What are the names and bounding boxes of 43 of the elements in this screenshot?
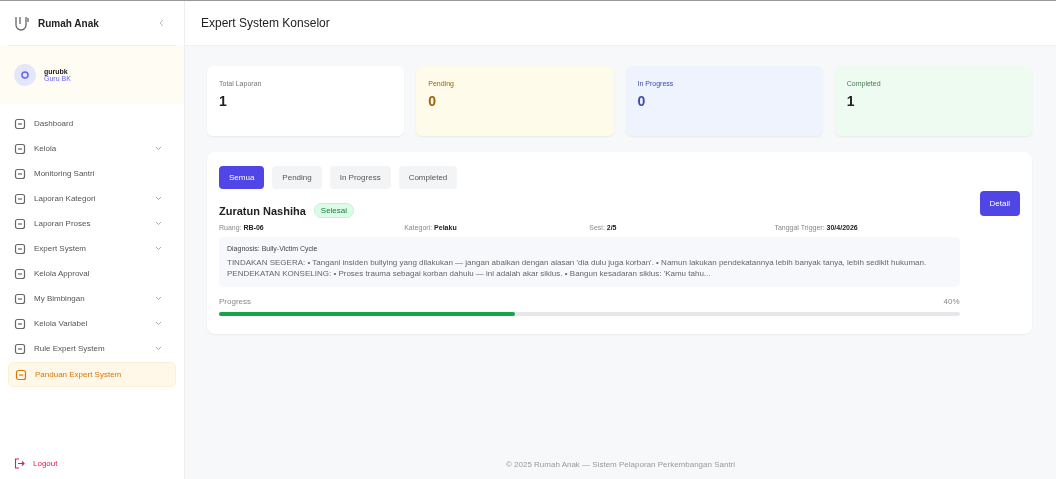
stat-value: 0	[637, 93, 647, 109]
sidebar-item[interactable]: Kelola Variabel	[8, 312, 176, 335]
menu-icon	[15, 368, 27, 381]
sidebar-item[interactable]: Monitoring Santri	[8, 162, 176, 185]
menu-icon	[14, 217, 26, 230]
brand-name: Rumah Anak	[38, 17, 100, 29]
progress-label: Progress	[219, 297, 251, 307]
filter-tab[interactable]: Semua	[219, 166, 265, 189]
menu-icon	[14, 267, 26, 280]
menu-icon	[14, 317, 26, 330]
stat-value: 1	[846, 93, 856, 109]
sidebar-item[interactable]: Laporan Proses	[8, 212, 176, 235]
sidebar-item[interactable]: Expert System	[8, 237, 176, 260]
sidebar-item[interactable]: Kelola Approval	[8, 262, 176, 285]
menu-icon	[14, 342, 26, 355]
logo-icon	[14, 15, 30, 31]
sidebar-item[interactable]: Rule Expert System	[8, 337, 176, 360]
sidebar-item[interactable]: Kelola	[8, 137, 176, 160]
logout-link[interactable]: Logout	[8, 455, 176, 471]
diagnosis-text: TINDAKAN SEGERA: • Tangani insiden bullying yang dilakukan — jangan abaikan dengan alasan 'dia dulu juga korban'. • Namun lakukan pendekatannya lebih banyak tanya, lebih sedikit hukuman. PENDEKATAN KONSELING: • Proses trauma sebagai korban dahulu — ini adalah akar siklus. • Bangun kesadaran siklus: 'Kamu tahu...	[227, 257, 928, 280]
sidebar-item[interactable]: Dashboard	[8, 112, 176, 135]
stat-value: 0	[428, 93, 438, 109]
stat-value: 1	[219, 93, 228, 109]
detail-button[interactable]: Detail	[979, 191, 1020, 216]
status-badge: Selesai	[313, 203, 355, 218]
sidebar-item[interactable]: Laporan Kategori	[8, 187, 176, 210]
menu-icon	[14, 142, 26, 155]
menu-icon	[14, 292, 26, 305]
filter-tab[interactable]: In Progress	[329, 166, 391, 189]
filter-tab[interactable]: Pending	[272, 166, 322, 189]
avatar-icon	[14, 64, 36, 86]
collapse-icon[interactable]	[158, 19, 164, 27]
menu-icon	[14, 242, 26, 255]
logout-icon	[14, 457, 25, 469]
footer-text: © 2025 Rumah Anak — Sistem Pelaporan Perkembangan Santri	[505, 460, 736, 469]
sidebar-item[interactable]: My Bimbingan	[8, 287, 176, 310]
menu-icon	[14, 117, 26, 130]
progress-reading: 40%	[943, 297, 960, 307]
student-name: Zuratun Nashiha	[219, 204, 306, 217]
menu-icon	[14, 167, 26, 180]
page-title: Expert System Konselor	[201, 16, 330, 30]
filter-tab[interactable]: Completed	[398, 166, 458, 189]
menu-icon	[14, 192, 26, 205]
